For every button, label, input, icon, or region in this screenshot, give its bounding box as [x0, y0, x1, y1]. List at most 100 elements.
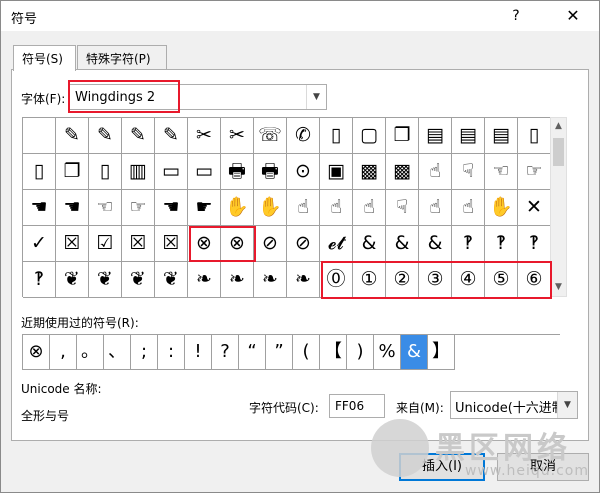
symbol-cell[interactable]: ▯ — [23, 154, 56, 190]
symbol-cell[interactable]: ✎ — [56, 118, 89, 154]
symbol-cell[interactable]: ▯ — [518, 118, 551, 154]
scroll-thumb[interactable] — [553, 138, 564, 166]
symbol-cell[interactable]: ▤ — [452, 118, 485, 154]
symbol-cell[interactable]: ‽ — [452, 226, 485, 262]
char-code-input[interactable]: FF06 — [329, 394, 385, 418]
recent-symbol-cell[interactable]: ” — [266, 335, 293, 370]
symbol-cell[interactable]: 🖶 — [254, 154, 287, 190]
recent-symbol-cell[interactable]: ( — [293, 335, 320, 370]
symbol-cell[interactable]: & — [386, 226, 419, 262]
symbol-cell[interactable]: ☝ — [419, 190, 452, 226]
symbol-cell[interactable]: & — [419, 226, 452, 262]
symbol-cell[interactable]: ☛ — [188, 190, 221, 226]
symbol-cell[interactable]: ▤ — [485, 118, 518, 154]
symbol-cell[interactable]: ☒ — [155, 226, 188, 262]
symbol-cell[interactable]: ❧ — [221, 262, 254, 298]
symbol-cell[interactable]: ⑤ — [485, 262, 518, 298]
symbol-cell[interactable]: ❐ — [386, 118, 419, 154]
recent-symbol-cell[interactable]: 【 — [320, 335, 347, 370]
symbol-cell[interactable]: ✎ — [122, 118, 155, 154]
symbol-cell[interactable]: ☚ — [23, 190, 56, 226]
symbol-cell[interactable]: ① — [353, 262, 386, 298]
symbol-cell[interactable]: ☞ — [122, 190, 155, 226]
symbol-cell[interactable]: ▩ — [386, 154, 419, 190]
symbol-cell[interactable]: ⊙ — [287, 154, 320, 190]
symbol-cell[interactable] — [23, 118, 56, 154]
symbol-cell[interactable]: ✕ — [518, 190, 551, 226]
symbol-cell[interactable]: ☝ — [353, 190, 386, 226]
symbol-cell[interactable]: ☟ — [386, 190, 419, 226]
symbol-cell[interactable]: ▢ — [353, 118, 386, 154]
cancel-button[interactable]: 取消 — [497, 453, 589, 481]
symbol-cell[interactable]: ✂ — [221, 118, 254, 154]
tab-special-characters[interactable]: 特殊字符(P) — [77, 45, 167, 69]
symbol-cell[interactable]: ⊘ — [254, 226, 287, 262]
symbol-cell[interactable]: ☚ — [155, 190, 188, 226]
symbol-cell[interactable]: ✋ — [221, 190, 254, 226]
symbol-cell[interactable]: ‽ — [518, 226, 551, 262]
recent-symbol-cell[interactable]: 、 — [104, 335, 131, 370]
scroll-down-icon[interactable]: ▼ — [551, 279, 566, 296]
close-button[interactable]: ✕ — [553, 3, 593, 29]
recent-symbol-cell[interactable]: , — [50, 335, 77, 370]
symbol-cell[interactable]: ▭ — [188, 154, 221, 190]
symbol-cell[interactable]: ▯ — [89, 154, 122, 190]
symbol-cell[interactable]: ‽ — [23, 262, 56, 298]
symbol-cell[interactable]: ❧ — [254, 262, 287, 298]
symbol-cell[interactable]: ② — [386, 262, 419, 298]
symbol-cell[interactable]: ☚ — [56, 190, 89, 226]
symbol-cell[interactable]: ✂ — [188, 118, 221, 154]
from-select[interactable]: Unicode(十六进制) ▼ — [450, 391, 578, 419]
symbol-cell[interactable]: ☝ — [320, 190, 353, 226]
symbol-cell[interactable]: ▩ — [353, 154, 386, 190]
symbol-cell[interactable]: ☝ — [287, 190, 320, 226]
symbol-cell[interactable]: ☟ — [452, 154, 485, 190]
symbol-cell[interactable]: ▣ — [320, 154, 353, 190]
recent-symbol-cell[interactable]: & — [401, 335, 428, 370]
symbol-cell[interactable]: ❐ — [56, 154, 89, 190]
symbol-cell[interactable]: ❧ — [188, 262, 221, 298]
symbol-cell[interactable]: ☜ — [485, 154, 518, 190]
recent-symbol-cell[interactable]: ⊗ — [23, 335, 50, 370]
symbol-cell[interactable]: ⓪ — [320, 262, 353, 298]
recent-symbol-cell[interactable]: ; — [131, 335, 158, 370]
symbol-cell[interactable]: ‽ — [485, 226, 518, 262]
symbol-cell[interactable]: ❦ — [155, 262, 188, 298]
symbol-cell[interactable]: ▯ — [320, 118, 353, 154]
symbol-cell[interactable]: ✎ — [89, 118, 122, 154]
symbol-cell[interactable]: ☝ — [452, 190, 485, 226]
chevron-down-icon[interactable]: ▼ — [557, 392, 577, 418]
symbol-cell[interactable]: ✓ — [23, 226, 56, 262]
tab-symbols[interactable]: 符号(S) — [13, 45, 76, 71]
symbol-cell[interactable]: ☒ — [56, 226, 89, 262]
symbol-cell[interactable]: ⊗ — [188, 226, 221, 262]
symbol-cell[interactable]: ⑥ — [518, 262, 551, 298]
scroll-up-icon[interactable]: ▲ — [551, 118, 566, 135]
symbol-cell[interactable]: ③ — [419, 262, 452, 298]
symbol-cell[interactable]: ☞ — [518, 154, 551, 190]
symbol-cell[interactable]: ⊘ — [287, 226, 320, 262]
symbol-cell[interactable]: ✆ — [287, 118, 320, 154]
recent-symbol-cell[interactable]: ? — [212, 335, 239, 370]
symbol-cell[interactable]: ✋ — [485, 190, 518, 226]
recent-symbol-cell[interactable]: ! — [185, 335, 212, 370]
recent-symbol-cell[interactable]: “ — [239, 335, 266, 370]
symbol-cell[interactable]: ❦ — [89, 262, 122, 298]
help-button[interactable]: ? — [501, 3, 531, 29]
recent-symbol-cell[interactable]: : — [158, 335, 185, 370]
recent-symbol-cell[interactable]: 。 — [77, 335, 104, 370]
symbol-cell[interactable]: ✎ — [155, 118, 188, 154]
font-select[interactable]: Wingdings 2 ▼ — [69, 84, 327, 110]
symbol-cell[interactable]: ☏ — [254, 118, 287, 154]
grid-scrollbar[interactable]: ▲ ▼ — [550, 117, 567, 297]
symbol-cell[interactable]: ⊗ — [221, 226, 254, 262]
symbol-cell[interactable]: 🖶 — [221, 154, 254, 190]
symbol-cell[interactable]: ✋ — [254, 190, 287, 226]
symbol-cell[interactable]: ❧ — [287, 262, 320, 298]
symbol-cell[interactable]: ▤ — [419, 118, 452, 154]
symbol-cell[interactable]: ④ — [452, 262, 485, 298]
symbol-cell[interactable]: ☑ — [89, 226, 122, 262]
recent-symbol-cell[interactable]: 】 — [428, 335, 455, 370]
symbol-cell[interactable]: ❦ — [122, 262, 155, 298]
symbol-cell[interactable]: ☒ — [122, 226, 155, 262]
